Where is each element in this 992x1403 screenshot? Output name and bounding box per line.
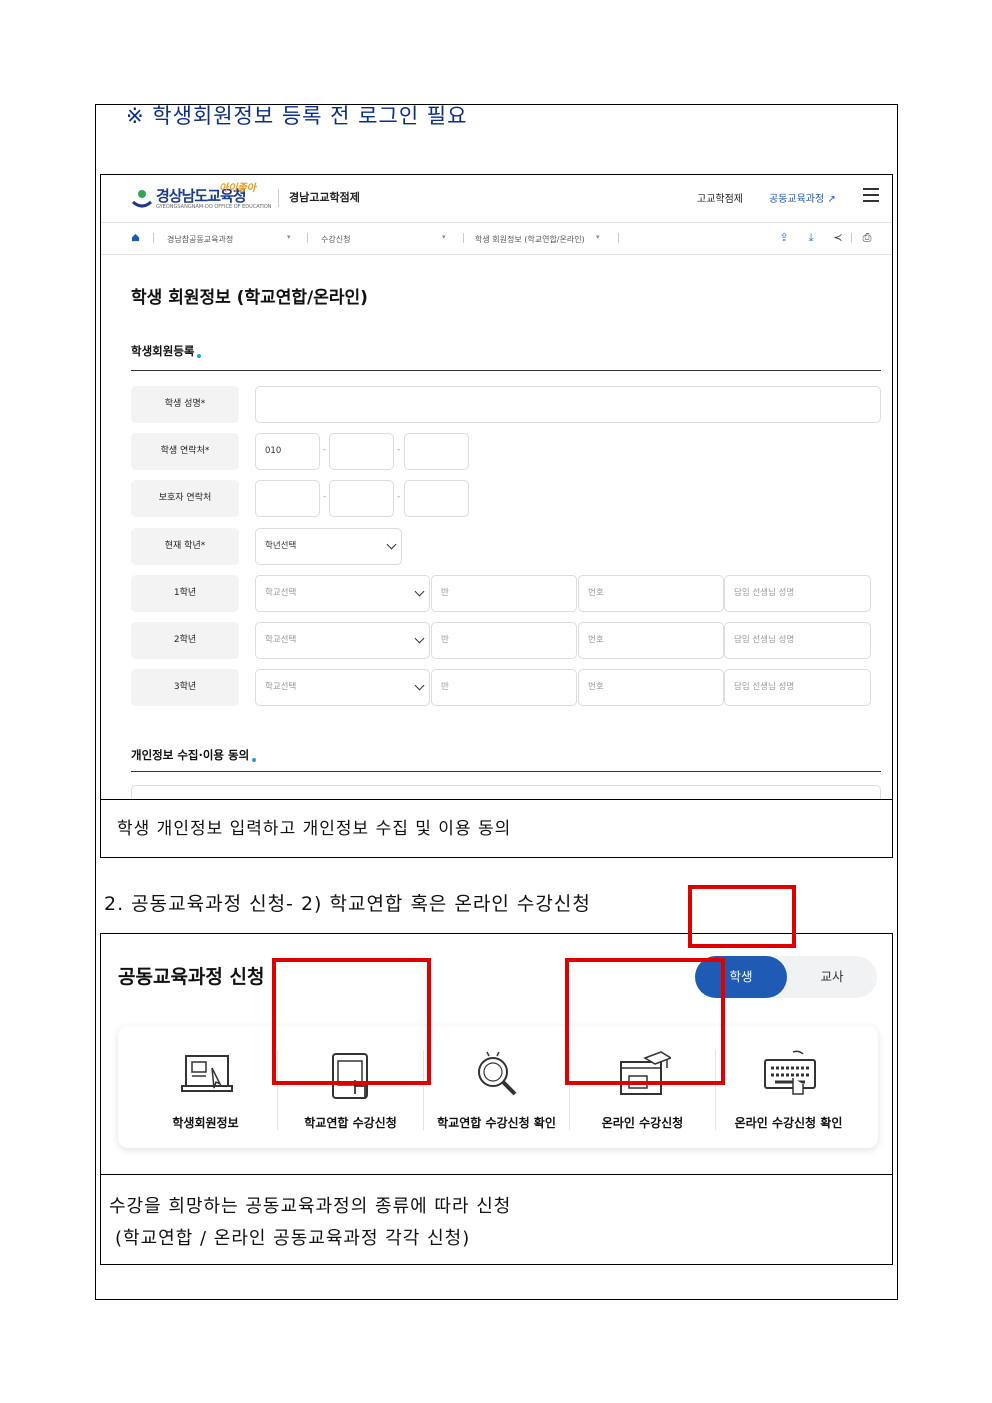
grade-3-number-input[interactable]: 번호: [578, 669, 724, 706]
breadcrumb-separator: [307, 233, 308, 243]
external-link-icon: ↗: [827, 194, 836, 205]
grade-3-label: 3학년: [131, 669, 239, 706]
student-phone-middle-input[interactable]: [329, 433, 394, 470]
breadcrumb: 경남참공동교육과정 ▾ 수강신청 ▾ 학생 회원정보 (학교연합/온라인) ▾ …: [101, 223, 892, 255]
hamburger-menu-icon[interactable]: [863, 188, 879, 202]
chevron-down-icon: [386, 539, 397, 550]
grade-3-school-select[interactable]: 학교선택: [255, 669, 430, 706]
student-phone-label: 학생 연락처*: [131, 433, 239, 470]
section-title-register: 학생회원등록: [131, 343, 202, 359]
magnifier-icon: [478, 1051, 517, 1096]
dash: -: [323, 445, 327, 455]
joint-curriculum-screenshot: 공동교육과정 신청 학생 교사 학생회원정보 학교연합 수강신청 학교연합 수강…: [100, 933, 893, 1175]
grade-1-teacher-input[interactable]: 담임 선생님 성명: [724, 575, 871, 612]
student-name-input[interactable]: [255, 386, 881, 423]
dash: -: [397, 445, 401, 455]
student-phone-last-input[interactable]: [404, 433, 469, 470]
logo-tag: 아이좋아: [219, 183, 256, 194]
student-member-screenshot: 경상남도교육청 GYEONGSANGNAM-DO OFFICE OF EDUCA…: [100, 174, 893, 800]
caption-line-1: 수강을 희망하는 공동교육과정의 종류에 따라 신청: [109, 1196, 512, 1217]
download-icon[interactable]: ⤓: [804, 231, 818, 245]
share-sns-icon[interactable]: ⇪: [777, 231, 791, 245]
login-notice: ※ 학생회원정보 등록 전 로그인 필요: [126, 104, 468, 128]
breadcrumb-item-1[interactable]: 경남참공동교육과정: [167, 234, 233, 245]
chevron-down-icon[interactable]: ▾: [287, 233, 291, 241]
chevron-down-icon[interactable]: ▾: [596, 233, 600, 241]
highlight-box-online: [565, 958, 725, 1085]
highlight-box: [688, 885, 796, 948]
tool-separator: [851, 233, 852, 243]
grade-select[interactable]: 학년선택: [255, 528, 402, 565]
gnb-credit-system[interactable]: 고교학점제: [697, 190, 743, 205]
breadcrumb-separator: [618, 233, 619, 243]
chevron-down-icon[interactable]: ▾: [442, 233, 446, 241]
grade-1-school-select[interactable]: 학교선택: [255, 575, 430, 612]
breadcrumb-item-2[interactable]: 수강신청: [321, 234, 350, 245]
section-rule: [131, 771, 881, 772]
student-phone-prefix-input[interactable]: 010: [255, 433, 320, 470]
student-name-label: 학생 성명*: [131, 386, 239, 423]
chevron-down-icon: [414, 680, 425, 691]
guardian-phone-label: 보호자 연락처: [131, 480, 239, 517]
grade-3-teacher-input[interactable]: 담임 선생님 성명: [724, 669, 871, 706]
section-heading-2: 2. 공동교육과정 신청- 2) 학교연합 혹은 온라인 수강신청: [104, 893, 591, 915]
grade-2-number-input[interactable]: 번호: [578, 622, 724, 659]
caption-step-1: 학생 개인정보 입력하고 개인정보 수집 및 이용 동의: [100, 800, 893, 858]
toggle-teacher-button[interactable]: 교사: [787, 956, 877, 998]
grade-2-label: 2학년: [131, 622, 239, 659]
logo-mark-icon: [132, 190, 152, 208]
guardian-phone-middle-input[interactable]: [329, 480, 394, 517]
chevron-down-icon: [414, 633, 425, 644]
chevron-down-icon: [414, 586, 425, 597]
grade-2-school-select[interactable]: 학교선택: [255, 622, 430, 659]
gnb-joint-curriculum[interactable]: 공동교육과정 ↗: [769, 190, 836, 205]
menu-item-student-info[interactable]: 학생회원정보: [133, 1026, 278, 1148]
grade-2-class-input[interactable]: 반: [431, 622, 577, 659]
grade-2-teacher-input[interactable]: 담임 선생님 성명: [724, 622, 871, 659]
current-grade-label: 현재 학년*: [131, 528, 239, 565]
header-divider: [278, 189, 279, 207]
dash: -: [323, 492, 327, 502]
caption-step-2: 수강을 희망하는 공동교육과정의 종류에 따라 신청 (학교연합 / 온라인 공…: [100, 1175, 893, 1265]
highlight-box-union: [272, 958, 431, 1085]
site-name[interactable]: 경남고교학점제: [289, 189, 360, 205]
print-icon[interactable]: ⎙: [860, 231, 874, 245]
keyboard-hand-icon: [764, 1050, 816, 1095]
grade-1-label: 1학년: [131, 575, 239, 612]
privacy-consent-box[interactable]: [131, 785, 881, 799]
breadcrumb-item-3[interactable]: 학생 회원정보 (학교연합/온라인): [475, 234, 585, 245]
section-rule: [131, 370, 881, 371]
grade-1-number-input[interactable]: 번호: [578, 575, 724, 612]
monitor-cursor-icon: [181, 1055, 233, 1092]
breadcrumb-separator: [463, 233, 464, 243]
menu-item-online-confirm[interactable]: 온라인 수강신청 확인: [716, 1026, 861, 1148]
section-title-privacy: 개인정보 수집·이용 동의: [131, 747, 257, 763]
guardian-phone-last-input[interactable]: [404, 480, 469, 517]
grade-1-class-input[interactable]: 반: [431, 575, 577, 612]
page-title: 학생 회원정보 (학교연합/온라인): [131, 288, 368, 308]
share-icon[interactable]: ≺: [831, 231, 845, 245]
dash: -: [397, 492, 401, 502]
site-header: 경상남도교육청 GYEONGSANGNAM-DO OFFICE OF EDUCA…: [101, 175, 892, 223]
menu-item-union-confirm[interactable]: 학교연합 수강신청 확인: [424, 1026, 569, 1148]
menu-card: 학생회원정보 학교연합 수강신청 학교연합 수강신청 확인 온라인 수강신청 온…: [118, 1026, 878, 1148]
caption-line-2: (학교연합 / 온라인 공동교육과정 각각 신청): [115, 1228, 471, 1249]
grade-3-class-input[interactable]: 반: [431, 669, 577, 706]
guardian-phone-prefix-input[interactable]: [255, 480, 320, 517]
breadcrumb-separator: [153, 233, 154, 243]
home-icon[interactable]: [131, 233, 140, 242]
joint-curriculum-title: 공동교육과정 신청: [118, 966, 265, 988]
